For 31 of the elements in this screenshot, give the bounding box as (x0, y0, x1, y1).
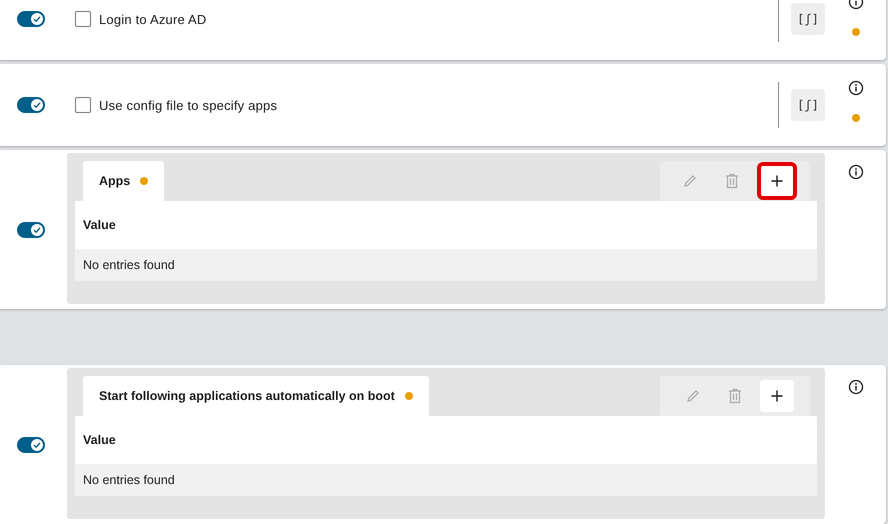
checkbox-label: Login to Azure AD (99, 12, 206, 26)
info-icon[interactable] (848, 379, 864, 395)
trash-icon (725, 173, 739, 189)
empty-message: No entries found (75, 249, 817, 281)
add-button[interactable] (760, 380, 794, 412)
plus-icon (771, 175, 783, 187)
pencil-icon (685, 388, 701, 404)
column-header: Value (75, 201, 817, 249)
table-tab[interactable]: Apps (83, 161, 164, 201)
info-icon[interactable] (848, 80, 864, 96)
toggle-switch[interactable] (17, 11, 45, 27)
check-icon (33, 440, 41, 448)
table-tab[interactable]: Start following applications automatically on boot (83, 376, 429, 416)
add-button[interactable] (757, 162, 797, 200)
column-header: Value (75, 416, 817, 464)
plus-icon (771, 390, 783, 402)
check-icon (33, 15, 41, 23)
checkbox[interactable] (75, 11, 91, 27)
check-icon (33, 101, 41, 109)
info-icon[interactable] (848, 164, 864, 180)
script-button[interactable]: [ʃ] (791, 3, 825, 35)
empty-message: No entries found (75, 464, 817, 496)
pencil-icon (682, 173, 698, 189)
toggle-switch[interactable] (17, 222, 45, 238)
toggle-switch[interactable] (17, 436, 45, 452)
checkbox[interactable] (75, 97, 91, 113)
check-icon (33, 226, 41, 234)
script-button[interactable]: [ʃ] (791, 89, 825, 121)
toggle-switch[interactable] (17, 97, 45, 113)
trash-icon (728, 388, 742, 404)
checkbox-label: Use config file to specify apps (99, 98, 278, 112)
